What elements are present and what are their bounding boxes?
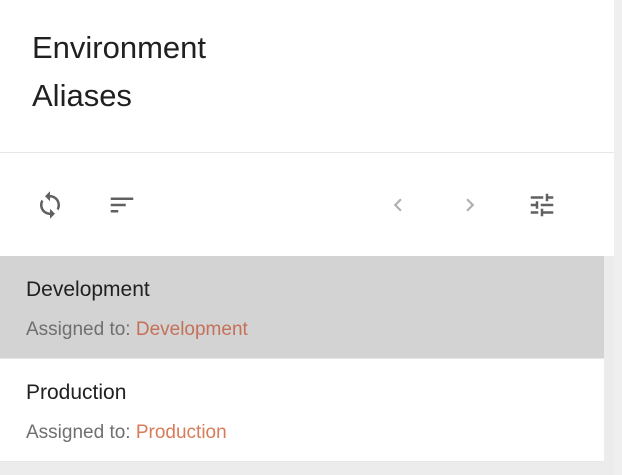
chevron-left-icon (393, 198, 402, 212)
list-footer-strip (0, 462, 604, 475)
list-item-assigned: Assigned to: Development (26, 319, 248, 341)
previous-page-button[interactable] (374, 181, 422, 229)
assigned-environment-link[interactable]: Production (136, 422, 227, 443)
sort-icon (110, 197, 134, 213)
list-item-production[interactable]: Production Assigned to: Production (0, 359, 604, 462)
list-item-name: Development (26, 278, 150, 301)
list-item-development[interactable]: Development Assigned to: Development (0, 256, 604, 359)
next-page-button[interactable] (446, 181, 494, 229)
page-title-line1: Environment (32, 30, 207, 65)
assigned-label: Assigned to: (26, 422, 136, 443)
environment-aliases-panel: Environment Aliases Development Assigned… (0, 0, 614, 475)
assigned-environment-link[interactable]: Development (136, 319, 248, 340)
page-title: Environment Aliases (32, 24, 332, 120)
panel-edge (614, 0, 622, 475)
list-item-name: Production (26, 381, 127, 404)
refresh-icon (40, 191, 60, 219)
list-item-assigned: Assigned to: Production (26, 422, 227, 444)
page-title-line2: Aliases (32, 78, 132, 113)
list-scrollbar[interactable] (604, 256, 614, 475)
filter-settings-button[interactable] (518, 181, 566, 229)
chevron-right-icon (466, 198, 475, 212)
toolbar (0, 154, 614, 256)
alias-list: Development Assigned to: Development Pro… (0, 256, 604, 462)
refresh-button[interactable] (26, 181, 74, 229)
panel-header: Environment Aliases (0, 0, 614, 153)
tune-icon (530, 193, 554, 217)
sort-button[interactable] (98, 181, 146, 229)
assigned-label: Assigned to: (26, 319, 136, 340)
